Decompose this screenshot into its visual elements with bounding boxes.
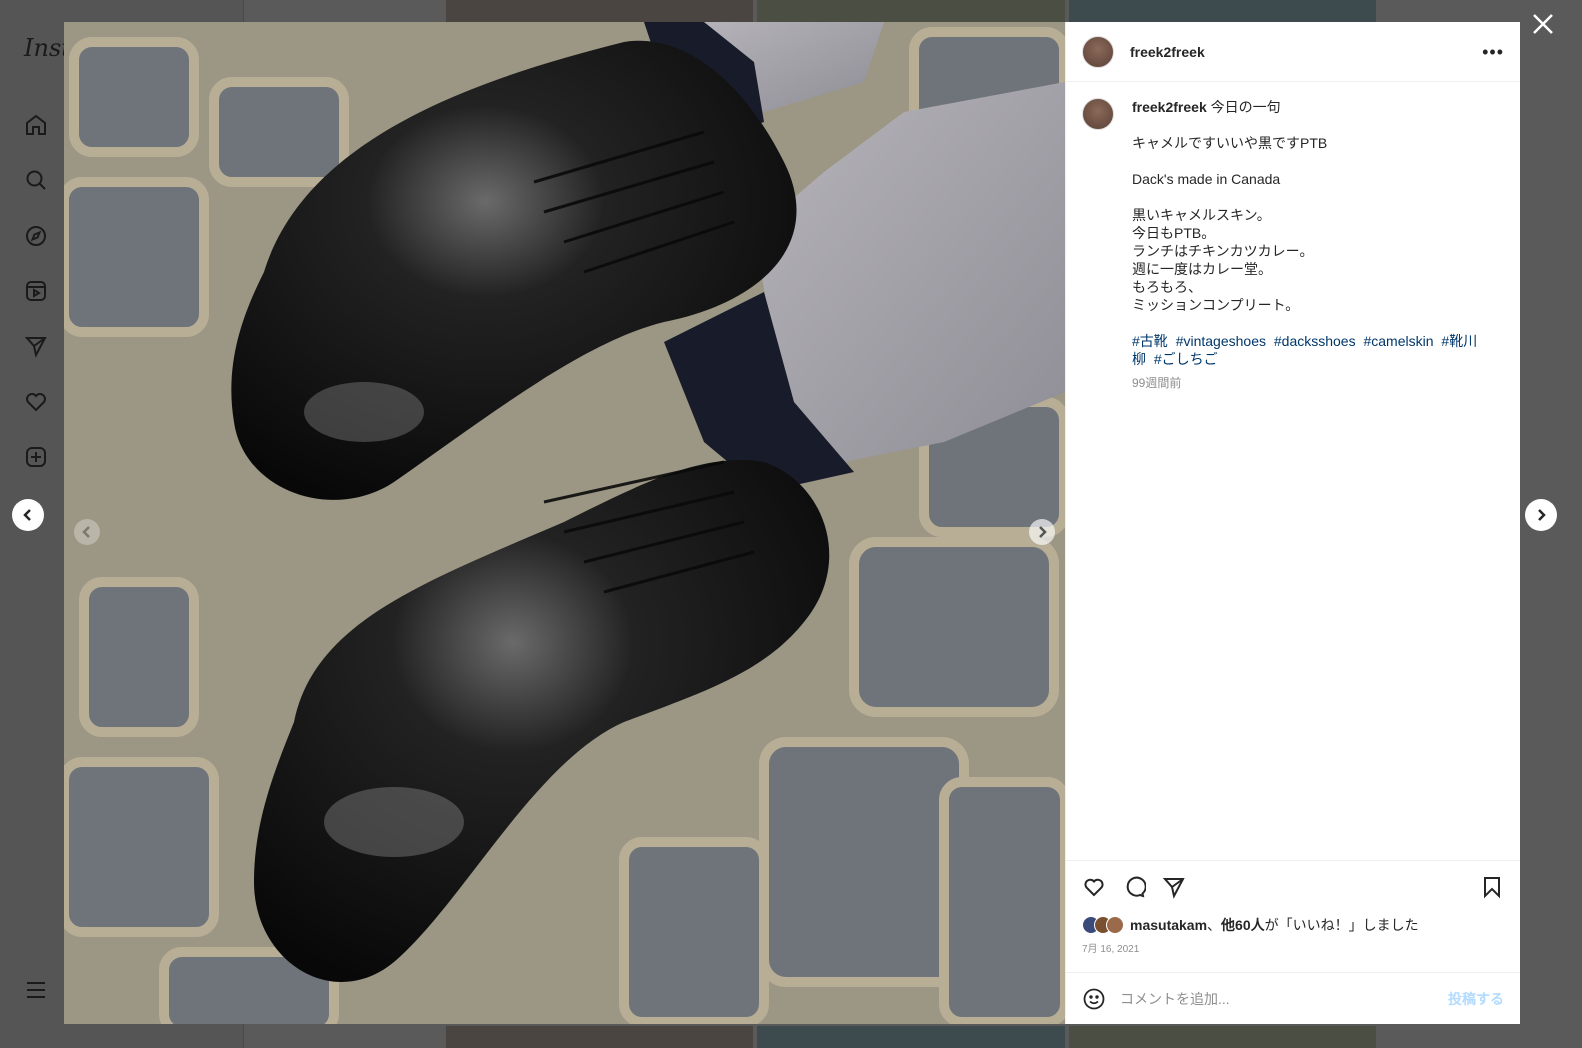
bookmark-icon[interactable] (1480, 875, 1504, 899)
author-username[interactable]: freek2freek (1130, 44, 1205, 60)
hashtag-link[interactable]: #vintageshoes (1176, 333, 1266, 349)
grid-thumbnail (757, 1026, 1065, 1048)
hashtag-link[interactable]: #古靴 (1132, 333, 1168, 349)
background-grid-bottom (446, 1026, 1376, 1048)
grid-thumbnail (1068, 1026, 1376, 1048)
caption-first-line: freek2freek 今日の一句 (1132, 98, 1492, 116)
shoes-photo (64, 22, 1065, 1024)
post-detail-panel: freek2freek ••• freek2freek 今日の一句 キャメルです… (1065, 22, 1520, 1024)
caption-avatar[interactable] (1082, 98, 1114, 130)
grid-thumbnail (757, 0, 1065, 22)
create-icon (22, 443, 50, 471)
previous-post-button[interactable] (12, 499, 44, 531)
media-next-arrow[interactable] (1029, 519, 1055, 545)
more-options-icon[interactable]: ••• (1482, 43, 1504, 61)
media-prev-arrow[interactable] (74, 519, 100, 545)
hashtag-list: #古靴 #vintageshoes #dacksshoes #camelskin… (1132, 332, 1492, 368)
caption-title: 今日の一句 (1210, 99, 1281, 115)
emoji-icon[interactable] (1082, 987, 1106, 1011)
likes-summary: masutakam、他60人 が「いいね！」しました (1066, 912, 1520, 938)
comment-icon[interactable] (1122, 875, 1147, 899)
caption-username[interactable]: freek2freek (1132, 99, 1207, 115)
grid-thumbnail (1068, 0, 1376, 22)
hashtag-link[interactable]: #dacksshoes (1274, 333, 1356, 349)
caption-line: 週に一度はカレー堂。 (1132, 261, 1272, 277)
caption-line: ランチはチキンカツカレー。 (1132, 243, 1314, 259)
grid-thumbnail (446, 0, 754, 22)
post-comment-button[interactable]: 投稿する (1448, 989, 1504, 1009)
post-header: freek2freek ••• (1066, 22, 1520, 82)
hashtag-link[interactable]: #camelskin (1363, 333, 1433, 349)
post-media (64, 22, 1065, 1024)
caption-line: キャメルですいいや黒ですPTB (1132, 135, 1328, 151)
messages-icon (22, 332, 50, 360)
likes-suffix: が「いいね！」しました (1264, 917, 1419, 933)
action-bar (1066, 860, 1520, 912)
liker-avatars (1082, 916, 1124, 934)
likes-separator: 、 (1207, 917, 1222, 933)
post-caption: freek2freek 今日の一句 キャメルですいいや黒ですPTB Dack's… (1082, 98, 1504, 392)
author-avatar[interactable] (1082, 35, 1114, 68)
background-grid-top (446, 0, 1376, 22)
comment-input[interactable] (1120, 990, 1448, 1007)
reels-icon (22, 277, 50, 305)
caption-line: Dack's made in Canada (1132, 171, 1281, 187)
caption-line: 黒いキャメルスキン。 (1132, 207, 1271, 223)
comment-composer: 投稿する (1066, 972, 1520, 1024)
caption-line: ミッションコンプリート。 (1132, 297, 1300, 313)
post-date[interactable]: 7月 16, 2021 (1066, 938, 1520, 958)
caption-line: 今日もPTB。 (1132, 225, 1216, 241)
close-icon[interactable] (1531, 12, 1555, 36)
notifications-icon (22, 388, 50, 416)
hashtag-link[interactable]: #ごしちご (1154, 351, 1218, 367)
menu-icon (22, 976, 50, 1004)
search-icon (22, 166, 50, 194)
likes-others-link[interactable]: 他60人 (1221, 915, 1265, 935)
liker-avatar (1106, 916, 1124, 934)
comments-section: freek2freek 今日の一句 キャメルですいいや黒ですPTB Dack's… (1066, 82, 1520, 860)
post-modal: freek2freek ••• freek2freek 今日の一句 キャメルです… (64, 22, 1520, 1024)
explore-icon (22, 222, 50, 250)
caption-line: もろもろ、 (1132, 279, 1202, 295)
liker-username[interactable]: masutakam (1130, 917, 1207, 933)
next-post-button[interactable] (1525, 499, 1557, 531)
share-icon[interactable] (1162, 875, 1186, 899)
caption-time-ago[interactable]: 99週間前 (1132, 374, 1492, 392)
like-heart-icon[interactable] (1082, 875, 1106, 899)
home-icon (22, 111, 50, 139)
grid-thumbnail (446, 1026, 754, 1048)
caption-body: freek2freek 今日の一句 キャメルですいいや黒ですPTB Dack's… (1132, 98, 1492, 392)
